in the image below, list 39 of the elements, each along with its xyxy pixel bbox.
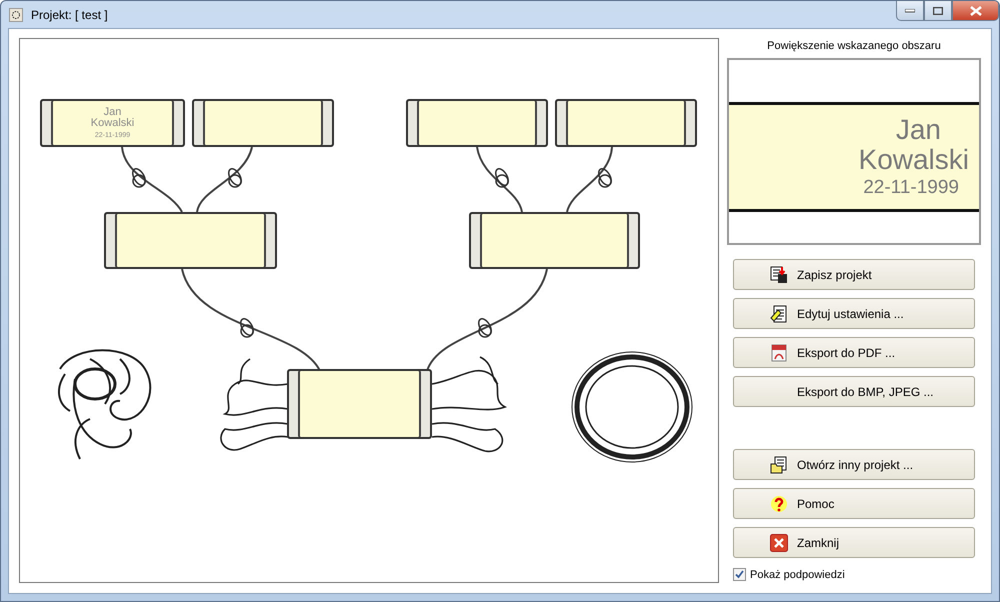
maximize-button[interactable] [924,1,952,21]
scroll-banner[interactable] [104,212,277,269]
rope-drawing [476,146,523,212]
preview-title: Powiększenie wskazanego obszaru [766,40,942,52]
scroll-banner[interactable] [406,99,548,147]
floppy-icon [770,266,788,284]
scroll-banner[interactable] [287,369,432,439]
window-title: Projekt: [ test ] [31,8,108,22]
maximize-icon [933,6,943,14]
person-text: Jan [104,106,122,118]
app-icon [9,8,23,22]
action-button[interactable]: Edytuj ustawienia ... [733,298,975,329]
document-pencil-icon [770,304,788,322]
person-text: Jan [896,115,941,145]
action-button[interactable]: Eksport do PDF ... [733,337,975,368]
rope-drawing [121,146,183,213]
rope-drawing [196,146,253,212]
action-button[interactable]: Pomoc [733,488,975,519]
checkbox[interactable] [733,568,746,581]
close-icon [970,6,982,16]
action-button[interactable]: Zamknij [733,527,975,558]
scroll-banner[interactable] [555,99,697,147]
scroll-banner[interactable] [192,99,334,147]
minimize-icon [905,8,915,12]
rope-drawing [566,146,613,212]
action-button[interactable]: Otwórz inny projekt ... [733,449,975,480]
person-text: Kowalski [858,144,969,174]
close-button[interactable] [952,1,999,21]
close-icon [770,534,788,552]
help-icon [770,494,788,512]
checkbox-label: Pokaż podpowiedzi [750,568,845,580]
action-button[interactable]: Eksport do BMP, JPEG ... [733,376,975,407]
action-button[interactable]: Zapisz projekt [733,259,975,290]
folder-document-icon [770,456,788,474]
person-text: 22-11-1999 [863,178,959,198]
person-text: Kowalski [90,118,134,130]
scroll-banner[interactable] [469,212,640,269]
pdf-file-icon [771,344,787,362]
minimize-button[interactable] [896,1,924,21]
